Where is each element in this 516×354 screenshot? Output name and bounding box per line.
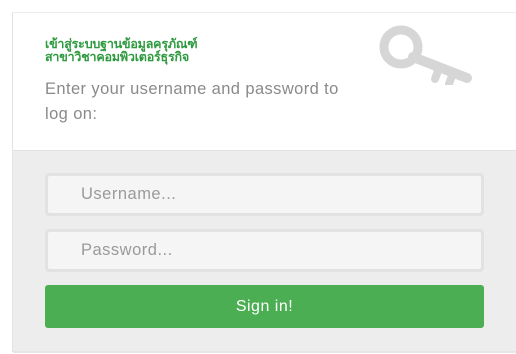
- login-page: เข้าสู่ระบบฐานข้อมูลครุภัณฑ์ สาขาวิชาคอม…: [0, 0, 516, 354]
- panel-bottom-border: [13, 351, 516, 353]
- login-form: Sign in!: [13, 150, 516, 353]
- login-title-line-2: สาขาวิชาคอมพิวเตอร์ธุรกิจ: [45, 49, 189, 64]
- password-input[interactable]: [48, 232, 481, 269]
- username-input[interactable]: [48, 176, 481, 213]
- login-instruction: Enter your username and password to log …: [45, 80, 339, 123]
- username-field-wrapper: [45, 173, 484, 216]
- password-field-wrapper: [45, 229, 484, 272]
- login-header: เข้าสู่ระบบฐานข้อมูลครุภัณฑ์ สาขาวิชาคอม…: [13, 13, 516, 150]
- sign-in-button[interactable]: Sign in!: [45, 285, 484, 328]
- login-panel: เข้าสู่ระบบฐานข้อมูลครุภัณฑ์ สาขาวิชาคอม…: [12, 12, 516, 353]
- key-icon: [379, 25, 472, 85]
